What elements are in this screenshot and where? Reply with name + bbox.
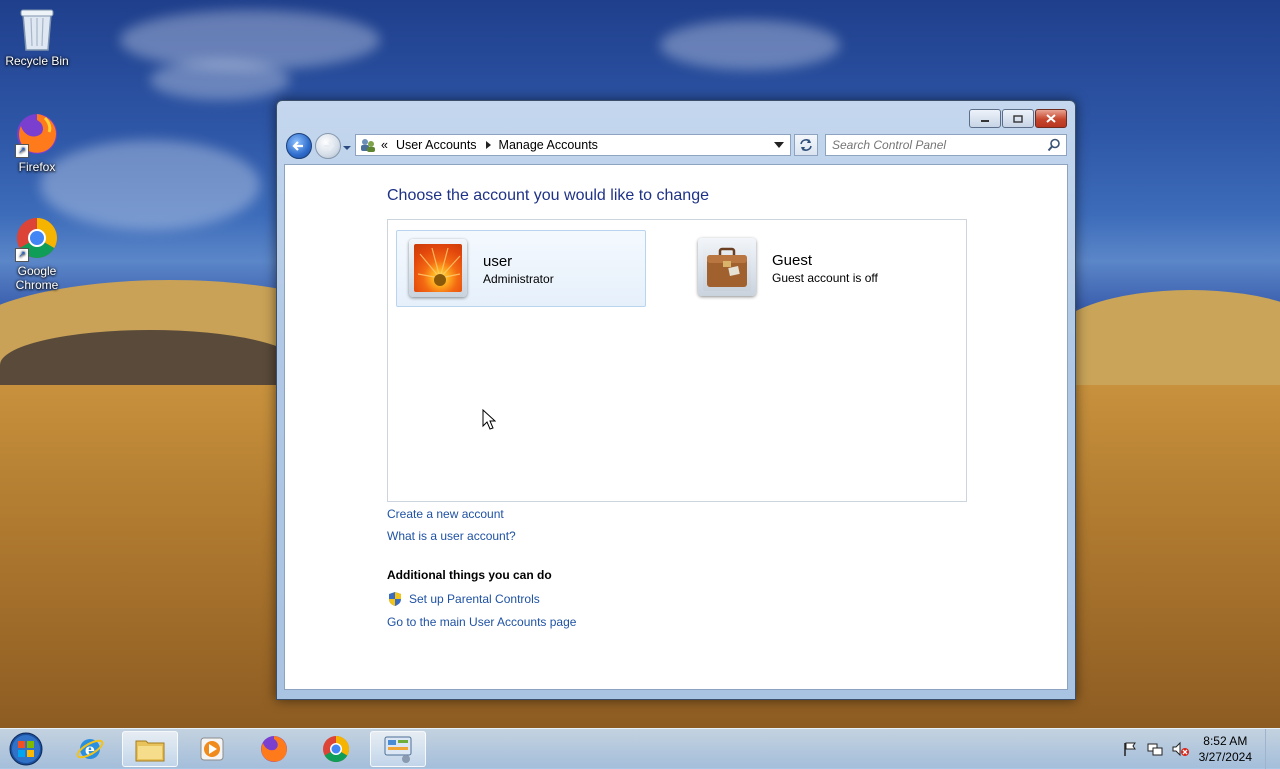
taskbar-firefox[interactable] [246,731,302,767]
account-status: Guest account is off [772,271,878,285]
account-picture [409,239,467,297]
taskbar: e 8:52 AM 3/27/2024 [0,728,1280,769]
address-dropdown-icon[interactable] [772,140,786,150]
minimize-icon [981,119,989,122]
breadcrumb-manage-accounts[interactable]: Manage Accounts [499,138,598,152]
content-pane: Choose the account you would like to cha… [284,164,1068,690]
desktop-icon-label: Firefox [18,160,56,174]
shortcut-arrow-icon: ↗ [15,248,29,262]
recent-pages-dropdown[interactable] [342,141,352,155]
close-button[interactable] [1035,109,1067,128]
orange-flower-picture [414,244,462,292]
firefox-icon [261,736,287,762]
clock-date: 3/27/2024 [1198,750,1252,764]
media-player-icon [200,737,224,761]
internet-explorer-icon: e [76,739,104,759]
wallpaper-cloud [150,60,290,100]
search-box [825,134,1067,156]
wallpaper-cloud [660,20,840,70]
user-accounts-icon [361,139,375,152]
briefcase-icon [707,247,747,287]
desktop-icon-recycle-bin[interactable]: Recycle Bin [0,6,74,68]
start-orb-icon [9,732,43,766]
address-bar[interactable]: « User Accounts Manage Accounts [355,134,791,156]
account-tile-guest[interactable]: Guest Guest account is off [686,230,936,307]
system-clock[interactable]: 8:52 AM 3/27/2024 [1199,733,1252,765]
taskbar-chrome[interactable] [308,731,364,767]
desktop-icon-chrome[interactable]: ↗ Google Chrome [0,216,74,292]
breadcrumb-separator-icon[interactable] [481,140,495,150]
close-icon [1046,114,1056,123]
briefcase-picture [703,243,751,291]
page-title: Choose the account you would like to cha… [387,187,709,204]
start-button[interactable] [0,731,52,767]
account-tile-user[interactable]: user Administrator [396,230,646,307]
forward-button[interactable] [315,133,341,159]
desktop-icon-label: Google Chrome [15,264,59,292]
file-explorer-icon [135,740,165,762]
forward-arrow-icon [324,141,335,151]
clock-time: 8:52 AM [1203,734,1248,748]
search-icon[interactable] [1047,138,1061,152]
chrome-icon [323,735,350,763]
back-arrow-icon [292,141,303,151]
show-desktop-button[interactable] [1265,729,1280,769]
wallpaper-hill [1050,290,1280,390]
taskbar-file-explorer[interactable] [122,731,178,767]
recycle-bin-icon [15,6,59,51]
action-center-flag-icon[interactable] [1122,741,1138,757]
refresh-icon [800,139,812,151]
refresh-button[interactable] [794,134,818,156]
account-list: user Administrator Guest Guest account i… [387,219,967,502]
account-name: user [483,253,513,270]
desktop-icon-label: Recycle Bin [5,54,69,68]
breadcrumb-user-accounts[interactable]: User Accounts [396,138,477,152]
account-name: Guest [772,252,813,269]
firefox-icon: ↗ [15,112,59,158]
parental-controls-link[interactable]: Set up Parental Controls [409,592,540,606]
what-is-user-account-link[interactable]: What is a user account? [387,529,516,543]
caption-buttons [969,109,1067,128]
flower-petals [417,247,461,286]
main-user-accounts-link[interactable]: Go to the main User Accounts page [387,615,576,629]
additional-heading: Additional things you can do [387,568,552,582]
minimize-button[interactable] [969,109,1001,128]
back-button[interactable] [286,133,312,159]
uac-shield-icon [387,591,403,607]
account-picture [698,238,756,296]
taskbar-internet-explorer[interactable]: e [62,731,118,767]
chevron-down-icon [343,146,351,150]
control-panel-icon [384,736,412,763]
maximize-icon [1013,114,1023,123]
chrome-icon: ↗ [15,216,59,262]
search-input[interactable] [832,136,1042,154]
breadcrumb-overflow[interactable]: « [381,138,388,152]
create-account-link[interactable]: Create a new account [387,507,504,521]
volume-muted-icon[interactable] [1172,741,1189,757]
desktop-icon-firefox[interactable]: ↗ Firefox [0,112,74,174]
maximize-button[interactable] [1002,109,1034,128]
taskbar-media-player[interactable] [184,731,240,767]
mouse-cursor-icon [482,408,497,434]
taskbar-control-panel[interactable] [370,731,426,767]
account-type: Administrator [483,272,554,286]
shortcut-arrow-icon: ↗ [15,144,29,158]
network-icon[interactable] [1147,741,1163,757]
control-panel-window: « User Accounts Manage Accounts Choose t… [276,100,1076,700]
